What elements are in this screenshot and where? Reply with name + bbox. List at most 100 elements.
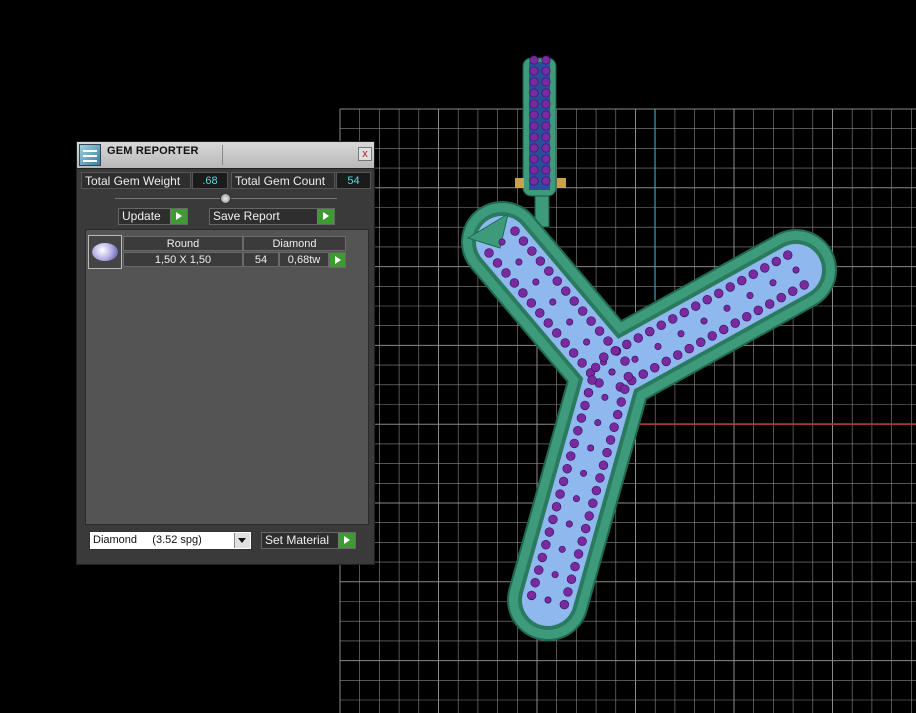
bail-connector[interactable] <box>515 57 566 228</box>
gem-stone <box>623 371 634 382</box>
gem-stone <box>577 358 587 368</box>
gem-stone <box>594 326 605 336</box>
gem-stone <box>598 460 609 470</box>
gem-stone <box>587 444 595 452</box>
gem-stone <box>719 324 729 335</box>
set-material-button-label: Set Material <box>265 533 330 547</box>
panel-titlebar[interactable]: GEM REPORTER x <box>77 142 374 169</box>
gem-stone <box>501 268 511 278</box>
gem-stone <box>541 132 551 142</box>
gem-stone <box>609 422 619 432</box>
gem-stone <box>679 307 689 318</box>
play-arrow-icon <box>317 209 334 224</box>
gem-stone <box>548 514 558 525</box>
gem-stone <box>563 587 573 597</box>
gem-stone <box>526 298 537 308</box>
gem-stone <box>788 286 798 296</box>
gem-stone <box>560 338 570 348</box>
gem-stone <box>702 295 712 305</box>
gem-stone <box>570 561 580 572</box>
gem-stone <box>594 419 602 427</box>
gem-stone <box>586 316 596 326</box>
gem-stone <box>684 343 694 354</box>
gem-stone <box>551 502 562 512</box>
update-button-label: Update <box>122 209 161 223</box>
gem-stone <box>541 143 551 153</box>
gem-stone <box>725 282 735 292</box>
gem-stone <box>558 476 569 487</box>
gem-stone <box>608 368 616 376</box>
gem-row-expand-button[interactable] <box>329 252 346 268</box>
gem-stone <box>677 330 685 338</box>
gem-stone <box>498 238 506 246</box>
gem-stone <box>661 356 671 367</box>
gem-stone <box>518 236 529 246</box>
splitter-handle[interactable] <box>220 193 231 204</box>
gem-stone <box>573 426 583 436</box>
gem-stone <box>515 258 523 266</box>
gem-stone <box>603 336 613 346</box>
gem-stone <box>541 66 551 76</box>
gem-stone <box>638 369 648 379</box>
gem-reporter-panel[interactable]: GEM REPORTER x Total Gem Weight .68 Tota… <box>76 141 375 565</box>
gem-stone <box>510 226 520 236</box>
gem-stone <box>673 350 683 360</box>
gem-stone <box>555 489 565 499</box>
gem-stone <box>518 288 528 298</box>
gem-stone <box>541 154 551 164</box>
gem-stone <box>587 375 597 385</box>
gem-stone <box>650 363 660 373</box>
gem-stone <box>631 355 639 363</box>
gem-stone <box>529 176 539 186</box>
gem-stone <box>633 333 643 343</box>
gem-stone <box>776 292 786 303</box>
gem-stone <box>601 393 609 401</box>
gem-stone <box>549 298 557 306</box>
gem-stone <box>529 143 539 153</box>
gem-stone <box>558 545 566 553</box>
gem-stone <box>566 451 576 461</box>
gem-stone <box>771 256 781 267</box>
gem-stone <box>577 536 587 546</box>
close-icon[interactable]: x <box>358 147 372 161</box>
gem-stone <box>544 266 554 276</box>
gem-stone <box>576 413 587 423</box>
gem-stone <box>537 552 547 563</box>
save-report-button[interactable]: Save Report <box>209 208 335 225</box>
gem-stone <box>588 498 598 508</box>
play-arrow-icon <box>170 209 187 224</box>
gem-stone <box>610 346 620 356</box>
set-material-button[interactable]: Set Material <box>261 532 356 549</box>
gem-stone <box>552 276 562 286</box>
gem-stone <box>753 305 763 316</box>
total-gem-count-label: Total Gem Count <box>231 172 335 189</box>
gem-stone <box>595 473 605 483</box>
gem-stone <box>645 326 655 337</box>
gem-stone <box>541 77 551 87</box>
material-select-value: Diamond (3.52 spg) <box>93 534 202 546</box>
save-report-button-label: Save Report <box>213 209 280 223</box>
gem-stone <box>529 154 539 164</box>
gem-stone <box>602 447 612 458</box>
gem-stone <box>714 288 724 299</box>
gem-stone <box>572 495 580 503</box>
gem-stone <box>707 331 717 341</box>
gem-stone <box>569 296 579 306</box>
panel-title: GEM REPORTER <box>107 145 199 157</box>
gem-stone <box>566 574 577 584</box>
update-button[interactable]: Update <box>118 208 188 225</box>
gem-stone <box>529 88 539 98</box>
gem-stone <box>622 339 632 350</box>
gem-size: 1,50 X 1,50 <box>123 252 243 267</box>
gem-material: Diamond <box>243 236 346 251</box>
titlebar-divider <box>222 145 223 165</box>
gem-stone <box>591 485 602 496</box>
chevron-down-icon[interactable] <box>234 533 250 548</box>
material-select[interactable]: Diamond (3.52 spg) <box>89 531 252 550</box>
gem-list[interactable]: Round Diamond 1,50 X 1,50 54 0,68tw <box>85 229 369 525</box>
gem-stone <box>654 342 662 350</box>
gem-stone <box>723 304 731 312</box>
gem-stone <box>527 246 537 256</box>
gem-stone <box>534 565 544 575</box>
gem-stone <box>541 55 551 65</box>
